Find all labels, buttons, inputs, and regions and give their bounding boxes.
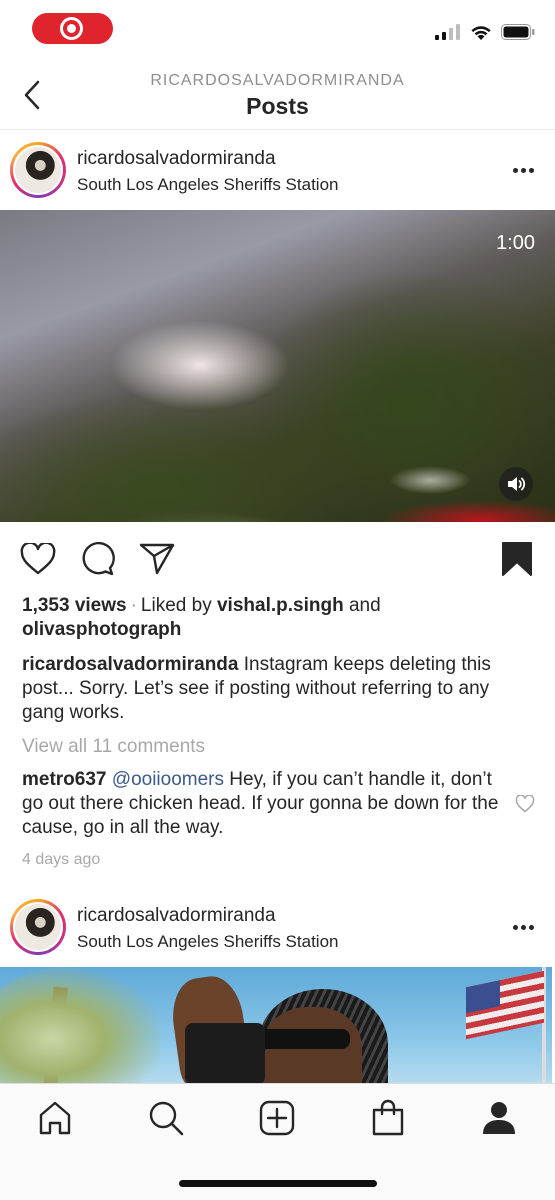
likes-line: 1,353 views · Liked by vishal.p.singh and … xyxy=(22,594,522,642)
dot-icon xyxy=(520,167,526,173)
post-header: ricardosalvadormiranda South Los Angeles… xyxy=(0,887,555,967)
sound-toggle-button[interactable] xyxy=(499,467,533,501)
share-button[interactable] xyxy=(137,539,177,579)
comment-icon xyxy=(82,541,115,576)
more-options-button[interactable] xyxy=(508,156,538,184)
home-icon xyxy=(39,1101,71,1135)
post-timestamp: 4 days ago xyxy=(22,851,101,868)
comment-username[interactable]: metro637 xyxy=(22,769,107,790)
post-actions xyxy=(0,522,555,592)
speaker-icon xyxy=(508,477,526,491)
post-image[interactable] xyxy=(0,967,552,1085)
video-duration: 1:00 xyxy=(496,232,535,254)
avatar[interactable] xyxy=(10,899,66,955)
comment-like-icon[interactable] xyxy=(515,795,535,813)
tab-new-post[interactable] xyxy=(255,1096,299,1140)
liked-by-prefix: Liked by xyxy=(140,595,212,616)
dot-icon xyxy=(520,924,526,930)
recording-icon xyxy=(60,17,83,40)
screen-recording-indicator[interactable] xyxy=(32,13,113,44)
status-bar xyxy=(0,0,555,62)
dot-icon xyxy=(512,167,518,173)
nav-bar: RICARDOSALVADORMIRANDA Posts xyxy=(0,62,555,130)
nav-username: RICARDOSALVADORMIRANDA xyxy=(150,72,405,89)
profile-icon xyxy=(483,1102,515,1134)
tab-search[interactable] xyxy=(144,1096,188,1140)
like-button[interactable] xyxy=(18,539,58,579)
post-video[interactable]: 1:00 xyxy=(0,210,555,522)
wifi-icon xyxy=(471,25,491,40)
liked-by-and: and xyxy=(348,595,381,616)
post-username[interactable]: ricardosalvadormiranda xyxy=(77,148,276,170)
cellular-signal-icon xyxy=(435,24,460,40)
page-title: Posts xyxy=(246,93,309,119)
liked-by-user[interactable]: vishal.p.singh xyxy=(217,595,344,616)
tab-home[interactable] xyxy=(33,1096,77,1140)
comment-mention[interactable]: @ooiioomers xyxy=(112,769,224,790)
caption: ricardosalvadormiranda Instagram keeps d… xyxy=(22,653,522,725)
shop-icon xyxy=(372,1099,404,1136)
comment: metro637 @ooiioomers Hey, if you can’t h… xyxy=(22,768,502,840)
post-username[interactable]: ricardosalvadormiranda xyxy=(77,905,276,927)
post-location[interactable]: South Los Angeles Sheriffs Station xyxy=(77,175,338,195)
heart-icon xyxy=(20,543,56,575)
dot-icon xyxy=(528,924,534,930)
tab-profile[interactable] xyxy=(477,1096,521,1140)
separator: · xyxy=(130,595,137,616)
save-button[interactable] xyxy=(497,539,537,579)
tab-shop[interactable] xyxy=(366,1096,410,1140)
post-location[interactable]: South Los Angeles Sheriffs Station xyxy=(77,932,338,952)
view-count[interactable]: 1,353 views xyxy=(22,595,127,616)
share-icon xyxy=(139,543,175,575)
post-header: ricardosalvadormiranda South Los Angeles… xyxy=(0,130,555,210)
view-all-comments-link[interactable]: View all 11 comments xyxy=(22,735,522,759)
new-post-icon xyxy=(259,1100,295,1136)
home-indicator[interactable] xyxy=(179,1180,377,1187)
dot-icon xyxy=(528,167,534,173)
search-icon xyxy=(149,1101,184,1136)
caption-username[interactable]: ricardosalvadormiranda xyxy=(22,654,238,675)
avatar[interactable] xyxy=(10,142,66,198)
comment-button[interactable] xyxy=(77,539,117,579)
liked-by-user-2[interactable]: olivasphotograph xyxy=(22,619,181,640)
more-options-button[interactable] xyxy=(508,913,538,941)
battery-icon xyxy=(501,24,535,40)
bookmark-icon xyxy=(502,542,532,576)
dot-icon xyxy=(512,924,518,930)
